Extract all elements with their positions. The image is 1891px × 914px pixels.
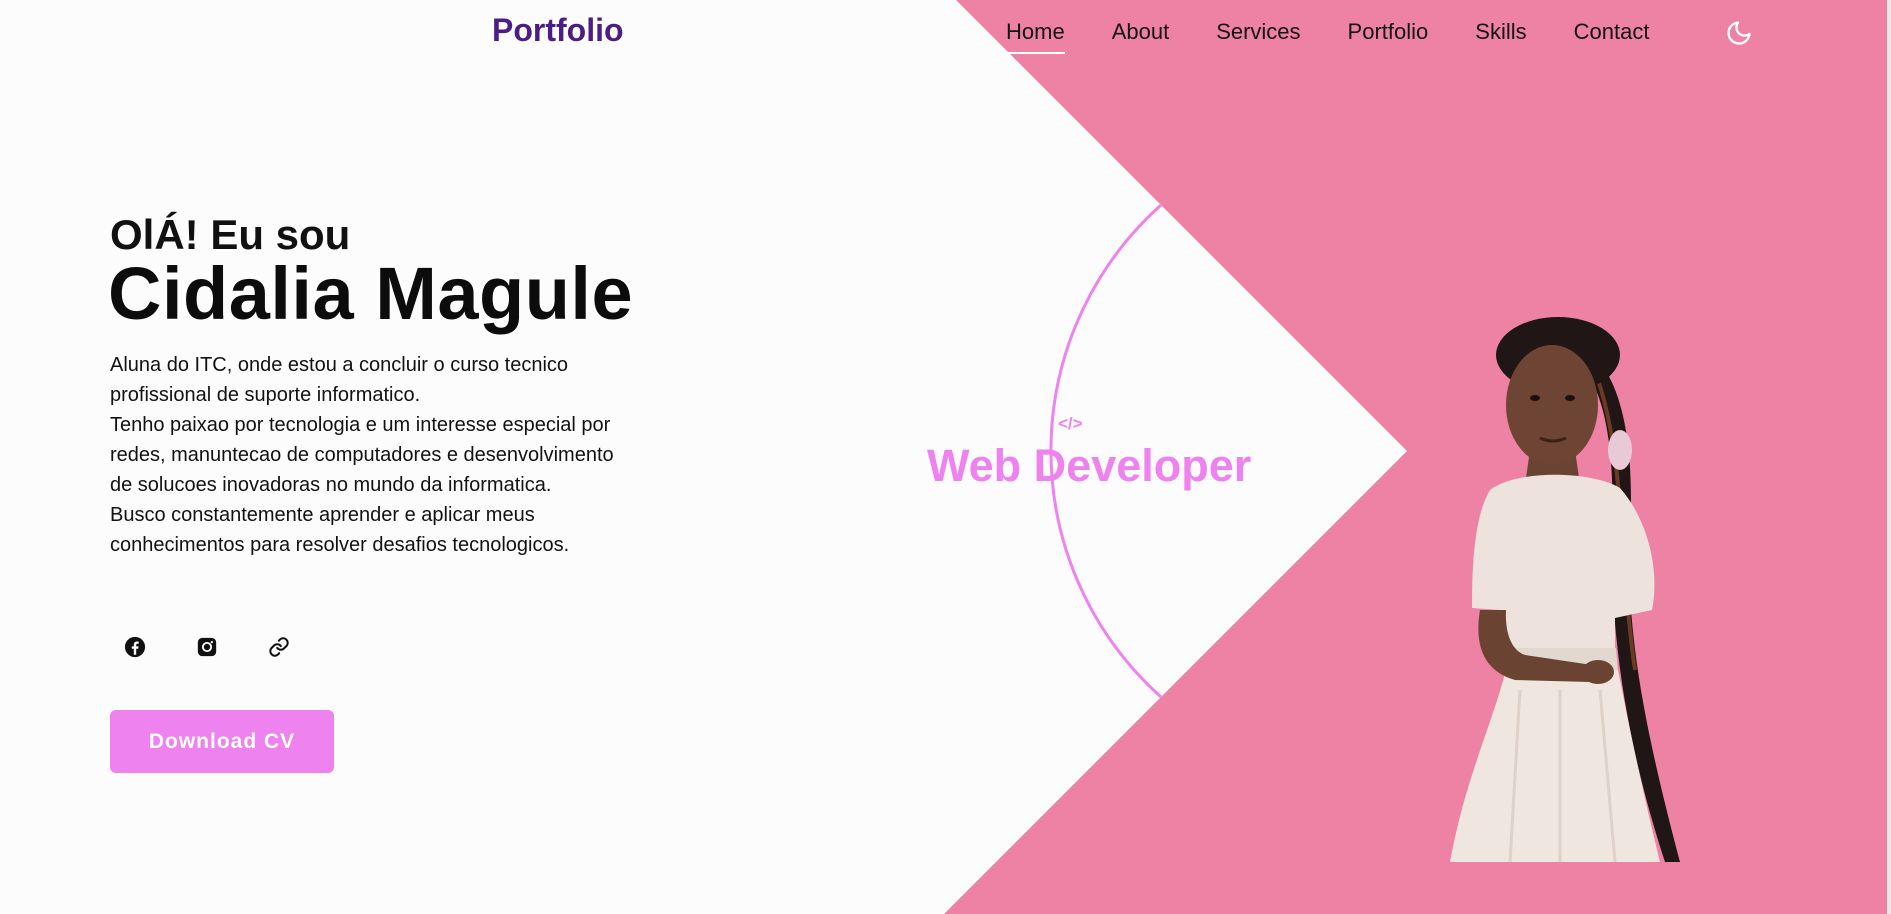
theme-toggle-button[interactable] bbox=[1724, 18, 1754, 48]
hero-name: Cidalia Magule bbox=[108, 252, 634, 335]
main-nav: Home About Services Portfolio Skills Con… bbox=[1006, 18, 1696, 54]
nav-about[interactable]: About bbox=[1112, 18, 1170, 54]
bio-line: Tenho paixao por tecnologia e um interes… bbox=[110, 414, 614, 466]
bio-line: Aluna do ITC, onde estou a concluir o cu… bbox=[110, 354, 569, 406]
nav-skills[interactable]: Skills bbox=[1475, 18, 1526, 54]
hero-bio: Aluna do ITC, onde estou a concluir o cu… bbox=[110, 350, 670, 560]
facebook-icon bbox=[124, 636, 146, 658]
nav-contact[interactable]: Contact bbox=[1574, 18, 1650, 54]
page-edge bbox=[1887, 0, 1891, 914]
download-cv-button[interactable]: Download CV bbox=[110, 710, 334, 773]
website-link[interactable] bbox=[262, 630, 296, 664]
bio-line: Busco constantemente aprender e aplicar … bbox=[110, 504, 570, 556]
link-icon bbox=[269, 637, 289, 657]
bio-line: de solucoes inovadoras no mundo da infor… bbox=[110, 474, 552, 496]
instagram-link[interactable] bbox=[190, 630, 224, 664]
social-links bbox=[118, 630, 334, 664]
nav-services[interactable]: Services bbox=[1216, 18, 1300, 54]
facebook-link[interactable] bbox=[118, 630, 152, 664]
nav-portfolio[interactable]: Portfolio bbox=[1348, 18, 1429, 54]
nav-home[interactable]: Home bbox=[1006, 18, 1065, 54]
logo[interactable]: Portfolio bbox=[492, 12, 624, 49]
code-icon: </> bbox=[1058, 414, 1083, 433]
role-title: Web Developer bbox=[927, 440, 1252, 491]
moon-icon bbox=[1727, 21, 1751, 45]
profile-photo bbox=[1450, 317, 1680, 863]
instagram-icon bbox=[197, 637, 217, 657]
